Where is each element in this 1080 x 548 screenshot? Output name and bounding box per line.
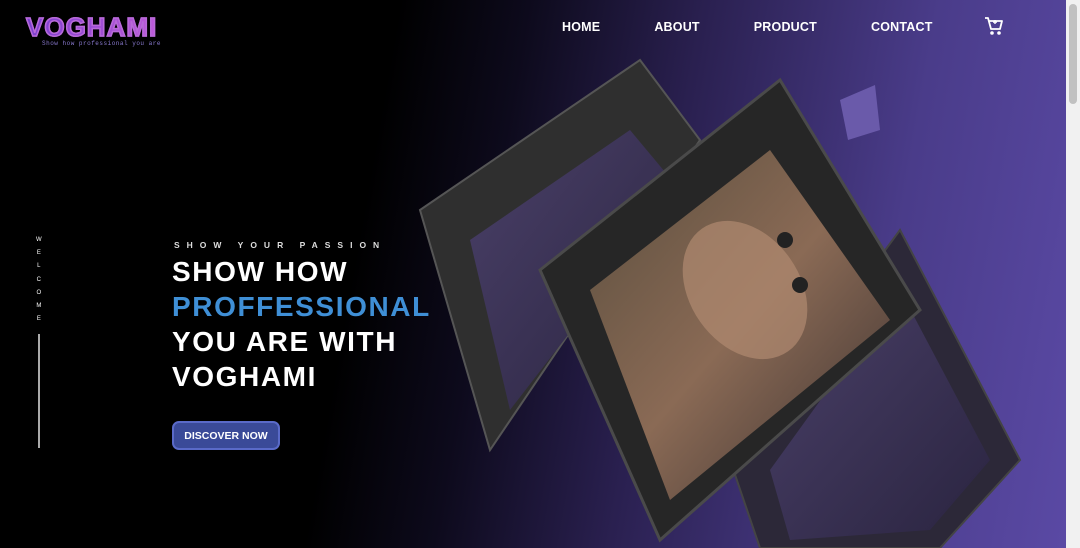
scrollbar-thumb[interactable] xyxy=(1069,4,1077,104)
welcome-letter: O xyxy=(36,289,42,296)
welcome-letter: E xyxy=(36,316,41,323)
cart-icon[interactable] xyxy=(984,15,1004,37)
welcome-letter: E xyxy=(36,250,41,257)
nav-about[interactable]: ABOUT xyxy=(654,20,699,34)
hero-device-image xyxy=(418,58,1022,548)
welcome-letter: C xyxy=(36,276,41,283)
welcome-letter: M xyxy=(36,303,42,310)
logo-tagline: Show how professional you are xyxy=(42,40,161,47)
discover-now-button[interactable]: DISCOVER NOW xyxy=(172,421,280,450)
brand-logo[interactable]: VOGHAMI Show how professional you are xyxy=(25,11,161,47)
logo-mark: VOGHAMI xyxy=(25,11,161,43)
page-scrollbar[interactable] xyxy=(1066,0,1080,548)
welcome-divider-line xyxy=(37,334,40,449)
headline-line-3: YOU ARE WITH xyxy=(172,326,398,357)
headline-line-4: VOGHAMI xyxy=(172,361,317,392)
nav-contact[interactable]: CONTACT xyxy=(871,20,933,34)
hero-section: SHOW YOUR PASSION SHOW HOW PROFFESSIONAL… xyxy=(172,240,431,450)
welcome-vertical-label: W E L C O M E xyxy=(36,234,42,449)
nav-home[interactable]: HOME xyxy=(562,20,600,34)
welcome-letter: L xyxy=(37,263,41,270)
main-nav: HOME ABOUT PRODUCT CONTACT xyxy=(562,20,987,34)
nav-product[interactable]: PRODUCT xyxy=(754,20,817,34)
headline-line-1: SHOW HOW xyxy=(172,256,349,287)
hero-subtitle: SHOW YOUR PASSION xyxy=(174,240,387,250)
headline-line-2: PROFFESSIONAL xyxy=(172,291,431,322)
landing-page: VOGHAMI Show how professional you are HO… xyxy=(0,0,1066,548)
hero-headline: SHOW HOW PROFFESSIONAL YOU ARE WITH VOGH… xyxy=(172,254,431,394)
welcome-letter: W xyxy=(36,237,42,243)
